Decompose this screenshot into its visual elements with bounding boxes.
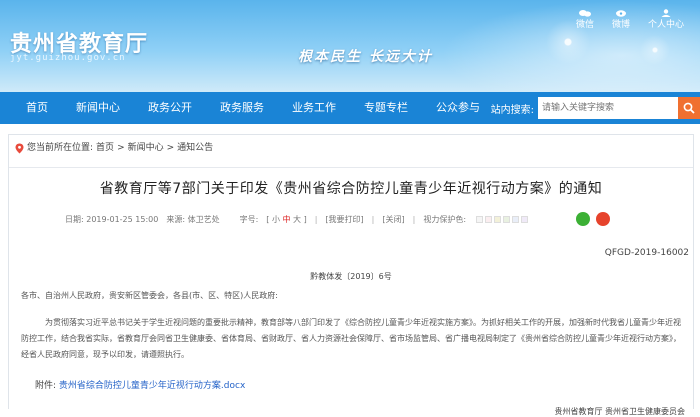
article-title: 省教育厅等7部门关于印发《贵州省综合防控儿童青少年近视行动方案》的通知 bbox=[99, 181, 603, 197]
breadcrumb-notices[interactable]: 通知公告 bbox=[177, 135, 213, 161]
article-source: 来源: 体卫艺处 bbox=[166, 214, 220, 224]
site-header: 贵州省教育厅 jyt.guizhou.gov.cn 根本民生 长远大计 微信 微… bbox=[0, 0, 700, 92]
font-size-label: 字号: bbox=[239, 214, 259, 224]
font-mid-button[interactable]: 中 bbox=[283, 215, 291, 224]
breadcrumb-prefix: 您当前所在位置: bbox=[27, 143, 94, 153]
share-buttons bbox=[576, 212, 611, 226]
article-body: 为贯彻落实习近平总书记关于学生近视问题的重要批示精神，教育部等八部门印发了《综合… bbox=[21, 318, 681, 359]
font-size-controls: [ 小 中 大 ] bbox=[266, 214, 307, 224]
search-label: 站内搜索: bbox=[490, 104, 534, 116]
close-button[interactable]: [关闭] bbox=[382, 214, 404, 225]
nav-item-home[interactable]: 首页 bbox=[0, 92, 62, 124]
vision-color-label: 视力保护色: bbox=[423, 214, 467, 224]
vision-swatch[interactable] bbox=[476, 215, 484, 223]
wechat-link[interactable]: 微信 bbox=[576, 9, 594, 30]
search-input[interactable] bbox=[538, 97, 678, 119]
document-id: QFGD-2019-16002 bbox=[604, 248, 689, 258]
user-icon bbox=[661, 9, 671, 17]
addressee-text: 各市、自治州人民政府，贵安新区管委会，各县(市、区、特区)人民政府: bbox=[21, 291, 278, 300]
dandelion-decoration bbox=[640, 35, 670, 65]
site-search: 站内搜索: bbox=[491, 92, 700, 124]
wechat-icon bbox=[578, 10, 591, 17]
search-button[interactable] bbox=[678, 97, 700, 119]
weibo-link[interactable]: 微博 bbox=[612, 9, 630, 30]
article-meta: 日期: 2019-01-25 15:00 来源: 体卫艺处 字号: [ 小 中 … bbox=[9, 212, 693, 226]
attachment-label: 附件: bbox=[35, 381, 57, 391]
meta-divider: | bbox=[314, 214, 318, 224]
user-center-label: 个人中心 bbox=[647, 20, 684, 30]
meta-divider: | bbox=[371, 214, 375, 224]
vision-swatch[interactable] bbox=[512, 215, 520, 223]
site-slogan: 根本民生 长远大计 bbox=[298, 49, 433, 65]
search-icon bbox=[683, 102, 695, 114]
top-links: 微信 微博 个人中心 bbox=[576, 9, 684, 30]
nav-item-news[interactable]: 新闻中心 bbox=[62, 92, 134, 124]
breadcrumb-separator: > bbox=[117, 143, 125, 153]
user-center-link[interactable]: 个人中心 bbox=[648, 9, 684, 30]
nav-item-business[interactable]: 业务工作 bbox=[278, 92, 350, 124]
article-date: 日期: 2019-01-25 15:00 bbox=[65, 214, 159, 224]
breadcrumb-separator: > bbox=[166, 143, 175, 153]
vision-swatch[interactable] bbox=[494, 215, 502, 223]
wechat-share-icon[interactable] bbox=[576, 212, 591, 226]
vision-swatch[interactable] bbox=[503, 215, 511, 223]
attachment: 附件: 贵州省综合防控儿童青少年近视行动方案.docx bbox=[35, 378, 245, 391]
weibo-icon bbox=[615, 10, 626, 17]
content-area: 您当前所在位置: 首页 > 新闻中心 > 通知公告 省教育厅等7部门关于印发《贵… bbox=[8, 134, 694, 416]
site-url: jyt.guizhou.gov.cn bbox=[10, 53, 126, 63]
vision-swatch[interactable] bbox=[521, 215, 529, 223]
document-number: 黔教体发〔2019〕6号 bbox=[310, 272, 392, 281]
wechat-label: 微信 bbox=[575, 20, 594, 30]
signature: 贵州省教育厅 贵州省卫生健康委员会 bbox=[554, 407, 685, 416]
nav-item-gov-info[interactable]: 政务公开 bbox=[134, 92, 206, 124]
main-nav: 首页 新闻中心 政务公开 政务服务 业务工作 专题专栏 公众参与 站内搜索: bbox=[0, 92, 700, 124]
nav-item-gov-service[interactable]: 政务服务 bbox=[206, 92, 278, 124]
breadcrumb: 您当前所在位置: 首页 > 新闻中心 > 通知公告 bbox=[9, 135, 693, 161]
attachment-link[interactable]: 贵州省综合防控儿童青少年近视行动方案.docx bbox=[59, 381, 245, 391]
location-pin-icon bbox=[15, 143, 24, 153]
breadcrumb-home[interactable]: 首页 bbox=[96, 135, 114, 161]
meta-divider: | bbox=[412, 214, 416, 224]
print-button[interactable]: [我要打印] bbox=[325, 214, 363, 225]
weibo-share-icon[interactable] bbox=[596, 212, 611, 226]
nav-item-topics[interactable]: 专题专栏 bbox=[350, 92, 422, 124]
article-card: 省教育厅等7部门关于印发《贵州省综合防控儿童青少年近视行动方案》的通知 日期: … bbox=[9, 167, 693, 416]
font-large-button[interactable]: 大 bbox=[293, 215, 301, 224]
breadcrumb-news[interactable]: 新闻中心 bbox=[128, 135, 164, 161]
vision-color-swatches bbox=[476, 215, 529, 223]
nav-item-public[interactable]: 公众参与 bbox=[422, 92, 494, 124]
vision-swatch[interactable] bbox=[485, 215, 493, 223]
weibo-label: 微博 bbox=[611, 20, 630, 30]
font-small-button[interactable]: 小 bbox=[272, 215, 280, 224]
